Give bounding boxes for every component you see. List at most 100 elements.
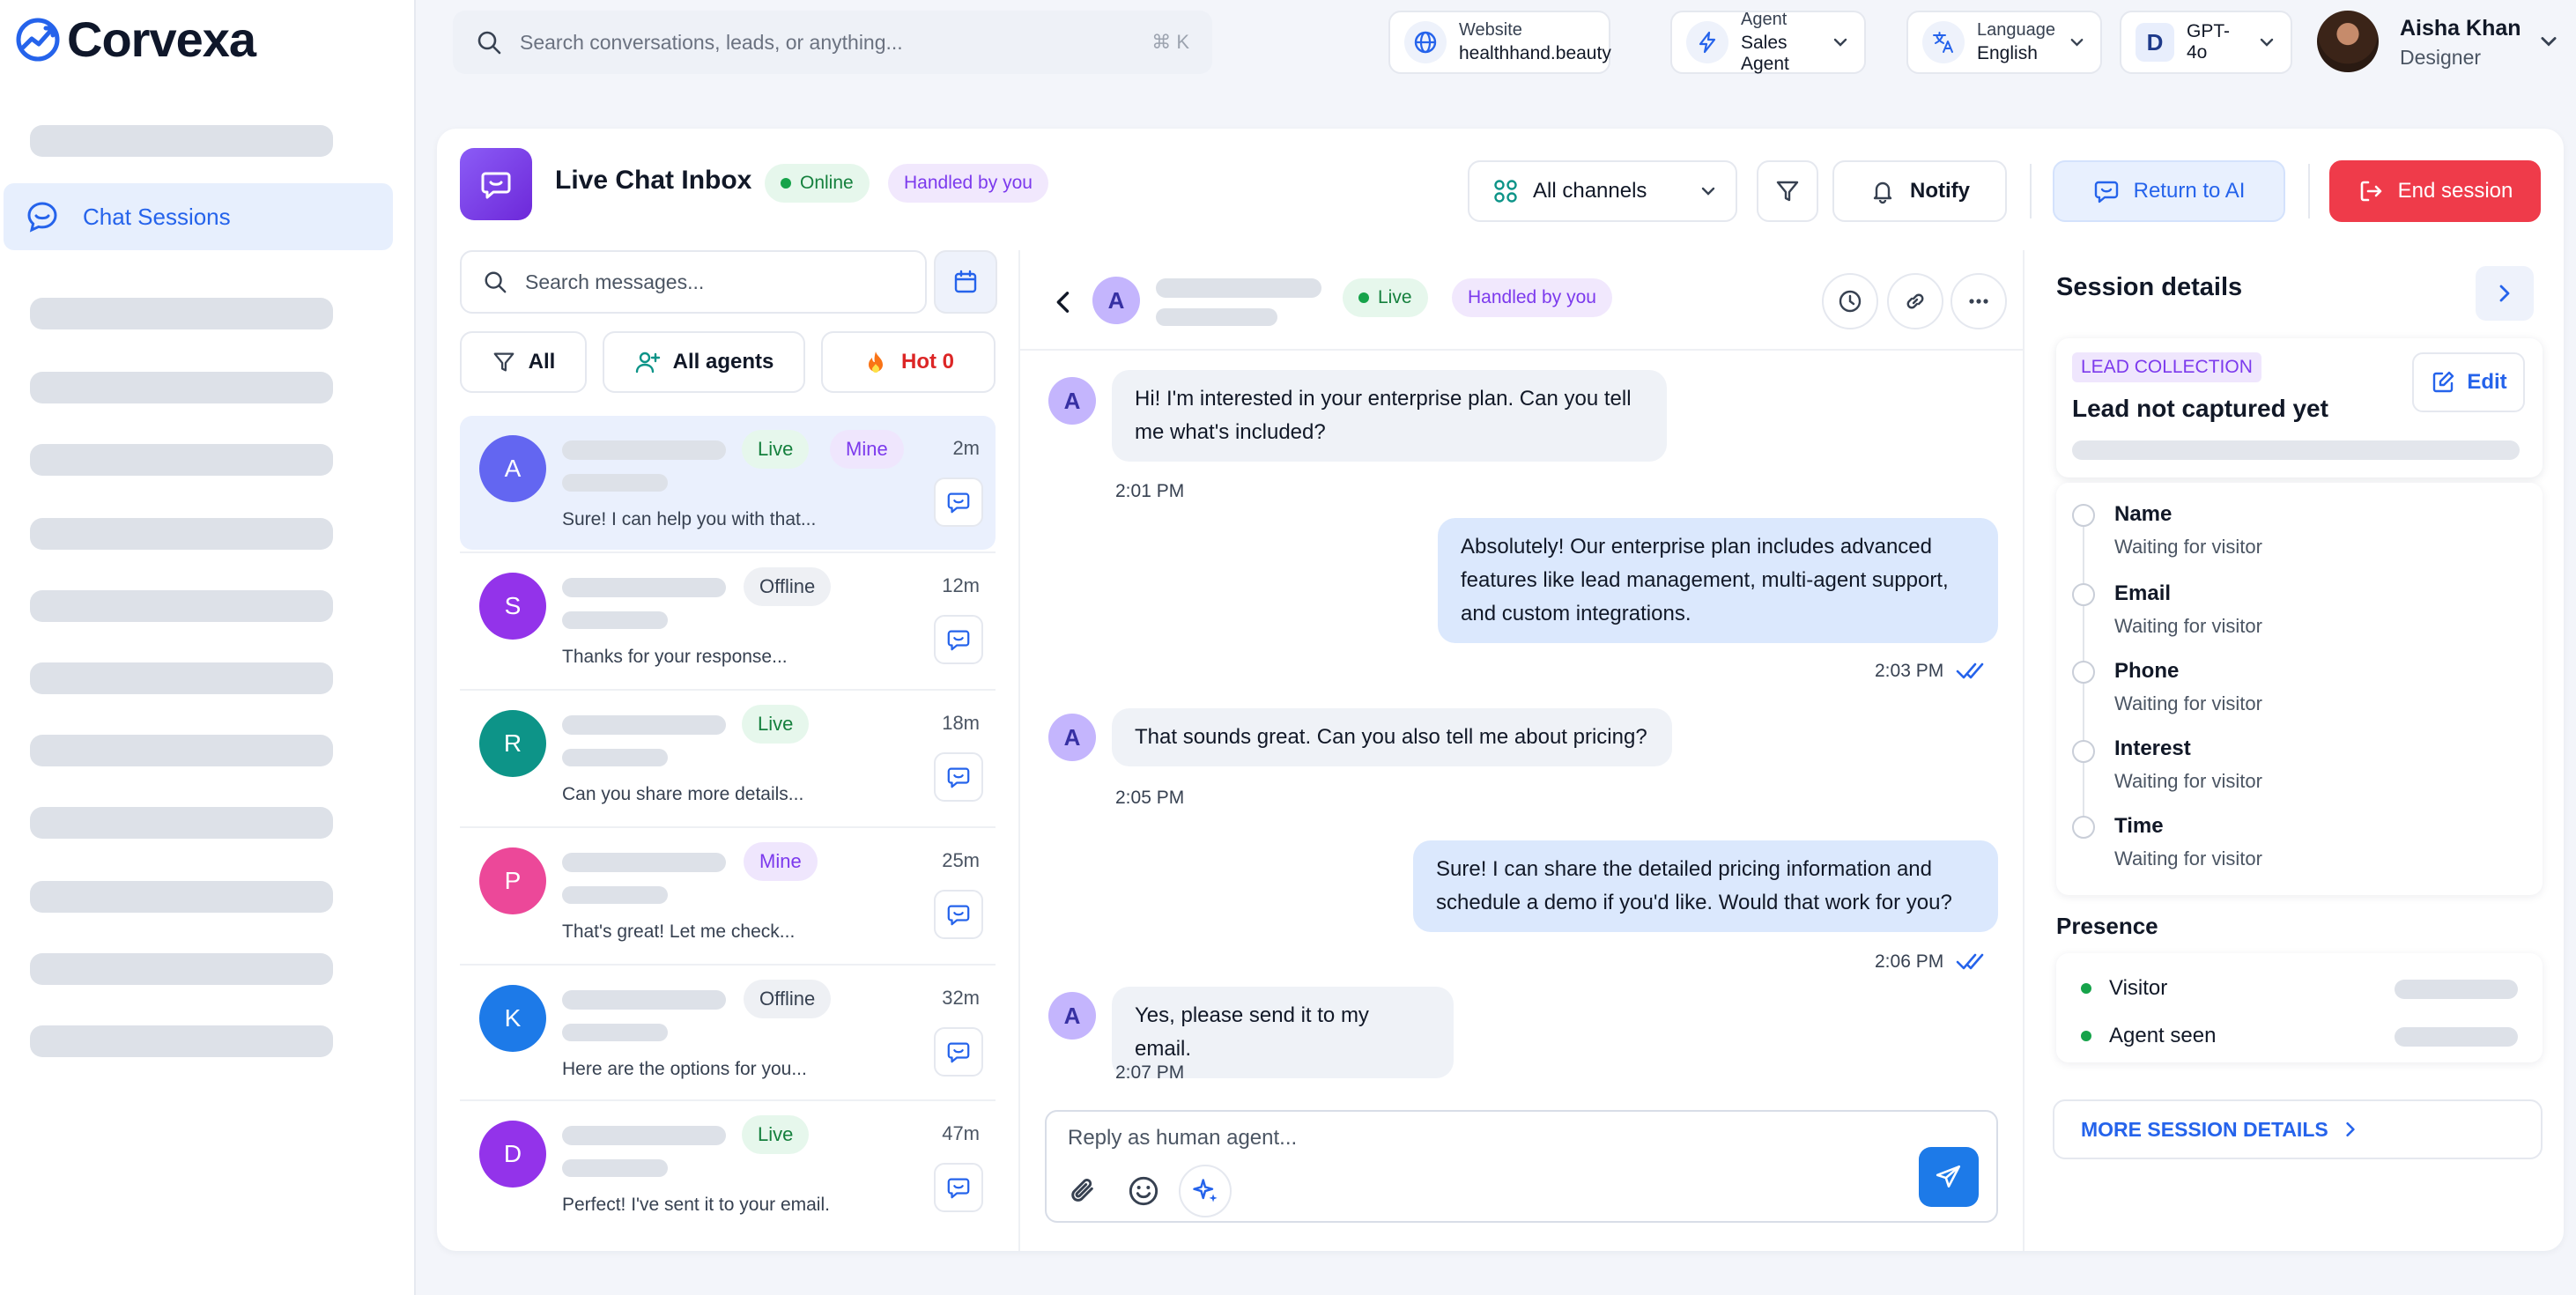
- sidebar-item-placeholder[interactable]: [30, 444, 333, 476]
- user-name[interactable]: Aisha Khan: [2400, 16, 2521, 41]
- agent-selector[interactable]: Agent Sales Agent: [1670, 10, 1866, 74]
- presence-value-placeholder: [2395, 1027, 2518, 1047]
- collapse-details-button[interactable]: [2476, 266, 2534, 321]
- session-list-item[interactable]: R Live 18m Can you share more details...: [460, 691, 996, 825]
- emoji-icon[interactable]: [1126, 1173, 1161, 1209]
- send-button[interactable]: [1919, 1147, 1979, 1207]
- filter-all-label: All: [528, 350, 556, 374]
- sidebar-item-placeholder[interactable]: [30, 662, 333, 694]
- chat-handled-badge: Handled by you: [1452, 278, 1612, 317]
- sidebar-item-placeholder[interactable]: [30, 518, 333, 550]
- presence-value-placeholder: [2395, 980, 2518, 999]
- copy-link-button[interactable]: [1887, 273, 1943, 329]
- reply-composer[interactable]: Reply as human agent...: [1045, 1110, 1998, 1223]
- field-status-ring: [2072, 816, 2095, 839]
- website-selector[interactable]: Website healthhand.beauty: [1388, 11, 1611, 74]
- more-session-details-button[interactable]: MORE SESSION DETAILS: [2053, 1099, 2543, 1159]
- more-options-button[interactable]: [1951, 273, 2007, 329]
- chevron-right-icon: [2346, 1121, 2355, 1137]
- fire-icon: [869, 352, 883, 373]
- message-search[interactable]: Search messages...: [460, 250, 927, 314]
- filter-hot-button[interactable]: Hot 0: [821, 331, 996, 393]
- session-time: 12m: [942, 574, 980, 596]
- agent-label: Agent: [1741, 10, 1788, 29]
- field-status-ring: [2072, 740, 2095, 763]
- session-time: 2m: [952, 437, 980, 459]
- history-button[interactable]: [1822, 273, 1878, 329]
- edit-lead-button[interactable]: Edit: [2412, 352, 2525, 412]
- sidebar-item-placeholder[interactable]: [30, 807, 333, 839]
- session-list-item[interactable]: K Offline 32m Here are the options for you.…: [460, 966, 996, 1099]
- notify-button[interactable]: Notify: [1832, 160, 2007, 222]
- handled-label: Handled by you: [904, 173, 1033, 193]
- contact-meta-placeholder: [562, 1024, 668, 1041]
- global-search-input[interactable]: Search conversations, leads, or anything…: [520, 31, 1134, 55]
- status-badge: Mine: [830, 430, 904, 469]
- lead-tag: LEAD COLLECTION: [2072, 352, 2261, 382]
- session-list-item[interactable]: S Offline 12m Thanks for your response...: [460, 553, 996, 687]
- open-chat-button[interactable]: [934, 1163, 983, 1212]
- attachment-icon[interactable]: [1066, 1173, 1101, 1209]
- field-status-ring: [2072, 583, 2095, 606]
- language-selector[interactable]: Language English: [1906, 11, 2102, 74]
- sidebar-item-placeholder[interactable]: [30, 590, 333, 622]
- online-badge: Online: [765, 164, 870, 203]
- session-time: 18m: [942, 712, 980, 734]
- link-icon: [1906, 293, 1924, 309]
- filter-agents-button[interactable]: All agents: [603, 331, 805, 393]
- message-preview: Perfect! I've sent it to your email.: [562, 1195, 830, 1215]
- message-search-input[interactable]: Search messages...: [525, 270, 704, 294]
- filter-icon: [493, 352, 514, 372]
- open-chat-button[interactable]: [934, 477, 983, 527]
- website-value: healthhand.beauty: [1459, 43, 1611, 63]
- ai-assist-button[interactable]: [1179, 1165, 1232, 1217]
- chat-icon: [947, 1042, 970, 1063]
- field-name: Phone: [2114, 659, 2180, 683]
- sidebar-item-placeholder[interactable]: [30, 881, 333, 913]
- global-search[interactable]: Search conversations, leads, or anything…: [453, 11, 1212, 74]
- user-avatar[interactable]: [2317, 11, 2379, 72]
- filter-all-button[interactable]: All: [460, 331, 587, 393]
- session-list-item[interactable]: A Live Mine 2m Sure! I can help you with tha…: [460, 416, 996, 550]
- model-selector[interactable]: D GPT-4o: [2120, 11, 2292, 74]
- status-badge: Live: [742, 1115, 810, 1154]
- message-bubble: That sounds great. Can you also tell me …: [1112, 708, 1672, 766]
- channels-dropdown[interactable]: All channels: [1468, 160, 1737, 222]
- reply-input[interactable]: Reply as human agent...: [1068, 1126, 1297, 1151]
- sidebar-item-placeholder[interactable]: [30, 372, 333, 403]
- sidebar-item-placeholder[interactable]: [30, 953, 333, 985]
- filter-button[interactable]: [1757, 160, 1818, 222]
- field-status-ring: [2072, 661, 2095, 684]
- sidebar-item-placeholder[interactable]: [30, 298, 333, 329]
- date-filter-button[interactable]: [934, 250, 997, 314]
- open-chat-button[interactable]: [934, 890, 983, 939]
- session-list-item[interactable]: P Mine 25m That's great! Let me check...: [460, 828, 996, 962]
- chat-live-badge: Live: [1343, 278, 1428, 317]
- edit-label: Edit: [2467, 370, 2507, 394]
- translate-icon: [1933, 32, 1953, 53]
- sidebar-item-chat-sessions[interactable]: Chat Sessions: [4, 183, 393, 250]
- open-chat-button[interactable]: [934, 615, 983, 664]
- contact-name-placeholder: [562, 578, 726, 597]
- sidebar-item-placeholder[interactable]: [30, 735, 333, 766]
- session-list-item[interactable]: D Live 47m Perfect! I've sent it to your em…: [460, 1101, 996, 1235]
- chat-live-label: Live: [1378, 287, 1412, 307]
- contact-name-placeholder: [562, 715, 726, 735]
- message-bubble: Sure! I can share the detailed pricing i…: [1413, 840, 1998, 932]
- end-session-button[interactable]: End session: [2329, 160, 2541, 222]
- sidebar-item-placeholder[interactable]: [30, 125, 333, 157]
- back-icon[interactable]: [1048, 287, 1078, 317]
- open-chat-button[interactable]: [934, 752, 983, 802]
- chevron-down-icon: [2070, 38, 2084, 47]
- field-status: Waiting for visitor: [2114, 692, 2262, 714]
- sidebar-item-placeholder[interactable]: [30, 1025, 333, 1057]
- contact-avatar[interactable]: A: [1092, 277, 1140, 324]
- presence-card: Visitor Agent seen: [2056, 953, 2543, 1062]
- brand-logo[interactable]: Corvexa: [14, 11, 256, 68]
- open-chat-button[interactable]: [934, 1027, 983, 1077]
- chevron-down-icon[interactable]: [2537, 30, 2560, 53]
- status-badge: Offline: [744, 980, 832, 1018]
- double-check-icon: [1956, 953, 1984, 970]
- lead-fields-card: Name Waiting for visitor Email Waiting f…: [2056, 483, 2543, 895]
- return-to-ai-button[interactable]: Return to AI: [2053, 160, 2285, 222]
